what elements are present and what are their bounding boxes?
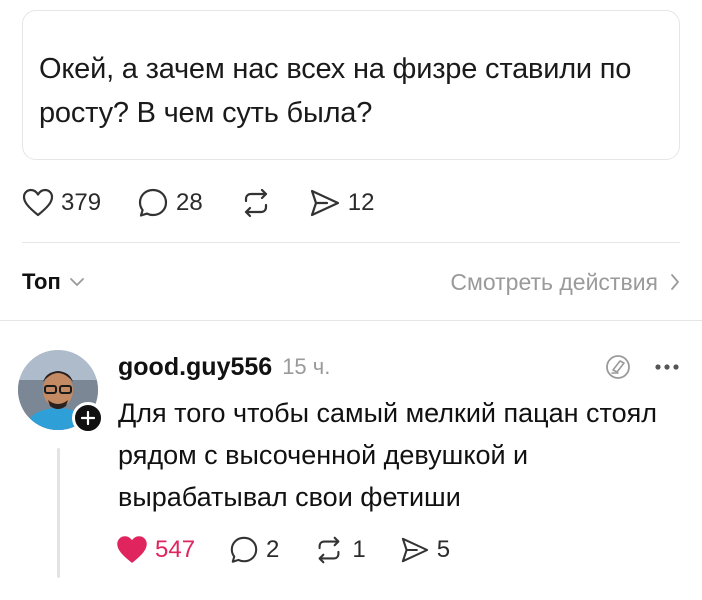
sort-dropdown[interactable]: Топ	[22, 269, 85, 295]
repost-icon	[239, 188, 273, 218]
repost-button[interactable]	[239, 188, 273, 218]
view-activity-link[interactable]: Смотреть действия	[450, 269, 680, 296]
reply-actions: 547 2 1 5	[116, 532, 484, 568]
share-icon	[400, 536, 430, 564]
plus-icon	[81, 411, 95, 425]
reply-item: good.guy556 15 ч. Для того чтобы самый м…	[0, 336, 702, 600]
translate-icon[interactable]	[604, 353, 632, 381]
post-text: Окей, а зачем нас всех на физре ставили …	[39, 53, 632, 129]
view-activity-label: Смотреть действия	[450, 268, 658, 295]
like-count: 379	[61, 189, 102, 216]
reply-header-icons	[582, 353, 680, 381]
repost-icon	[313, 535, 345, 565]
follow-button[interactable]	[72, 402, 104, 434]
comment-icon	[229, 535, 259, 565]
repost-count: 1	[352, 536, 366, 563]
avatar-container[interactable]	[18, 350, 104, 434]
divider	[22, 242, 680, 243]
username[interactable]: good.guy556	[118, 353, 272, 382]
heart-filled-icon	[116, 535, 148, 565]
reply-text: Для того чтобы самый мелкий пацан стоял …	[118, 398, 657, 512]
chevron-down-icon	[69, 277, 85, 287]
heart-icon	[22, 188, 54, 218]
comment-count: 28	[176, 189, 203, 216]
post-card[interactable]: Окей, а зачем нас всех на физре ставили …	[22, 10, 680, 160]
comment-count: 2	[266, 536, 280, 563]
timestamp: 15 ч.	[282, 354, 331, 379]
repost-button[interactable]: 1	[313, 535, 366, 565]
comment-button[interactable]: 28	[137, 187, 203, 219]
comment-button[interactable]: 2	[229, 535, 279, 565]
thread-line	[57, 448, 60, 578]
divider	[0, 320, 702, 321]
chevron-right-icon	[670, 273, 680, 291]
sort-label: Топ	[22, 269, 61, 294]
share-button[interactable]: 5	[400, 536, 450, 564]
sort-row: Топ Смотреть действия	[22, 262, 680, 302]
share-count: 5	[436, 536, 451, 563]
share-button[interactable]: 12	[309, 188, 375, 218]
like-button[interactable]: 547	[116, 535, 195, 565]
reply-header: good.guy556 15 ч.	[118, 350, 680, 384]
more-options-icon[interactable]	[654, 363, 680, 371]
share-count: 12	[347, 189, 375, 216]
comment-icon	[137, 187, 169, 219]
like-count: 547	[155, 536, 196, 563]
share-icon	[309, 188, 341, 218]
post-actions: 379 28 12	[22, 180, 410, 226]
like-button[interactable]: 379	[22, 188, 101, 218]
